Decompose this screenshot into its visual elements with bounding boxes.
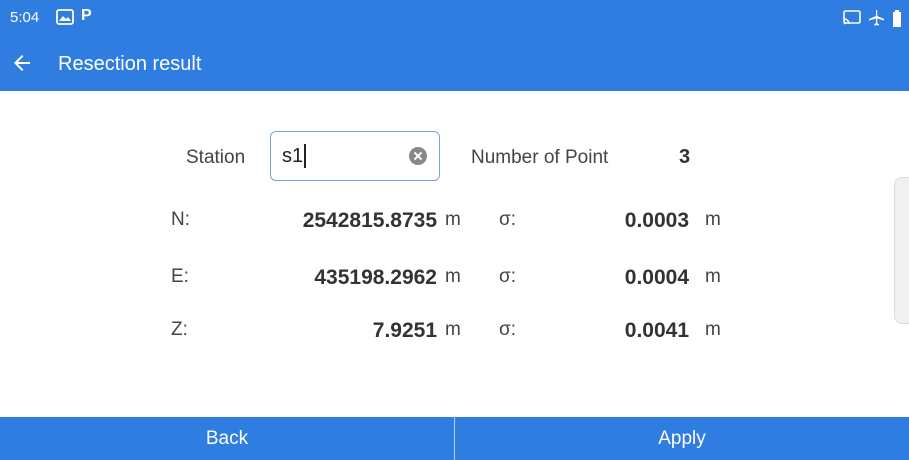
station-label: Station [186,147,246,168]
unit-label: m [445,319,461,340]
clear-icon[interactable] [409,147,427,165]
sigma-value: 0.0004 [624,266,689,289]
status-bar: 5:04 P [0,0,909,36]
sigma-value: 0.0041 [624,319,689,342]
sigma-label: σ: [499,319,517,340]
result-row-z: Z: 7.9251 m σ: 0.0041 m [0,319,909,349]
back-button[interactable]: Back [0,417,454,460]
side-drawer-handle[interactable] [894,177,909,324]
station-input-value: s1 [282,145,304,167]
p-icon: P [81,7,92,24]
cast-icon [843,10,861,25]
sigma-unit-label: m [705,209,721,230]
number-of-point-label: Number of Point [471,147,609,168]
app-toolbar: Resection result [0,36,909,91]
coordinate-value: 2542815.8735 [302,209,437,232]
coordinate-value: 7.9251 [372,319,437,342]
result-row-n: N: 2542815.8735 m σ: 0.0003 m [0,209,909,239]
sigma-label: σ: [499,209,517,230]
photos-icon [56,9,74,25]
clock: 5:04 [10,9,40,26]
text-cursor [304,144,306,168]
back-arrow-icon[interactable] [10,51,34,75]
station-input[interactable]: s1 [270,131,440,181]
battery-icon [893,10,901,27]
sigma-label: σ: [499,266,517,287]
sigma-value: 0.0003 [624,209,689,232]
axis-label: N: [171,209,190,230]
bottom-action-bar: Back Apply [0,417,909,460]
airplane-mode-icon [869,10,884,26]
unit-label: m [445,266,461,287]
coordinate-value: 435198.2962 [314,266,437,289]
unit-label: m [445,209,461,230]
apply-button[interactable]: Apply [455,417,909,460]
axis-label: Z: [171,319,188,340]
number-of-point-value: 3 [679,146,691,168]
sigma-unit-label: m [705,266,721,287]
result-row-e: E: 435198.2962 m σ: 0.0004 m [0,266,909,296]
page-title: Resection result [58,53,202,75]
sigma-unit-label: m [705,319,721,340]
axis-label: E: [171,266,189,287]
status-icons-right [843,9,901,27]
result-panel: Station s1 Number of Point 3 N: 2542815.… [0,91,909,417]
